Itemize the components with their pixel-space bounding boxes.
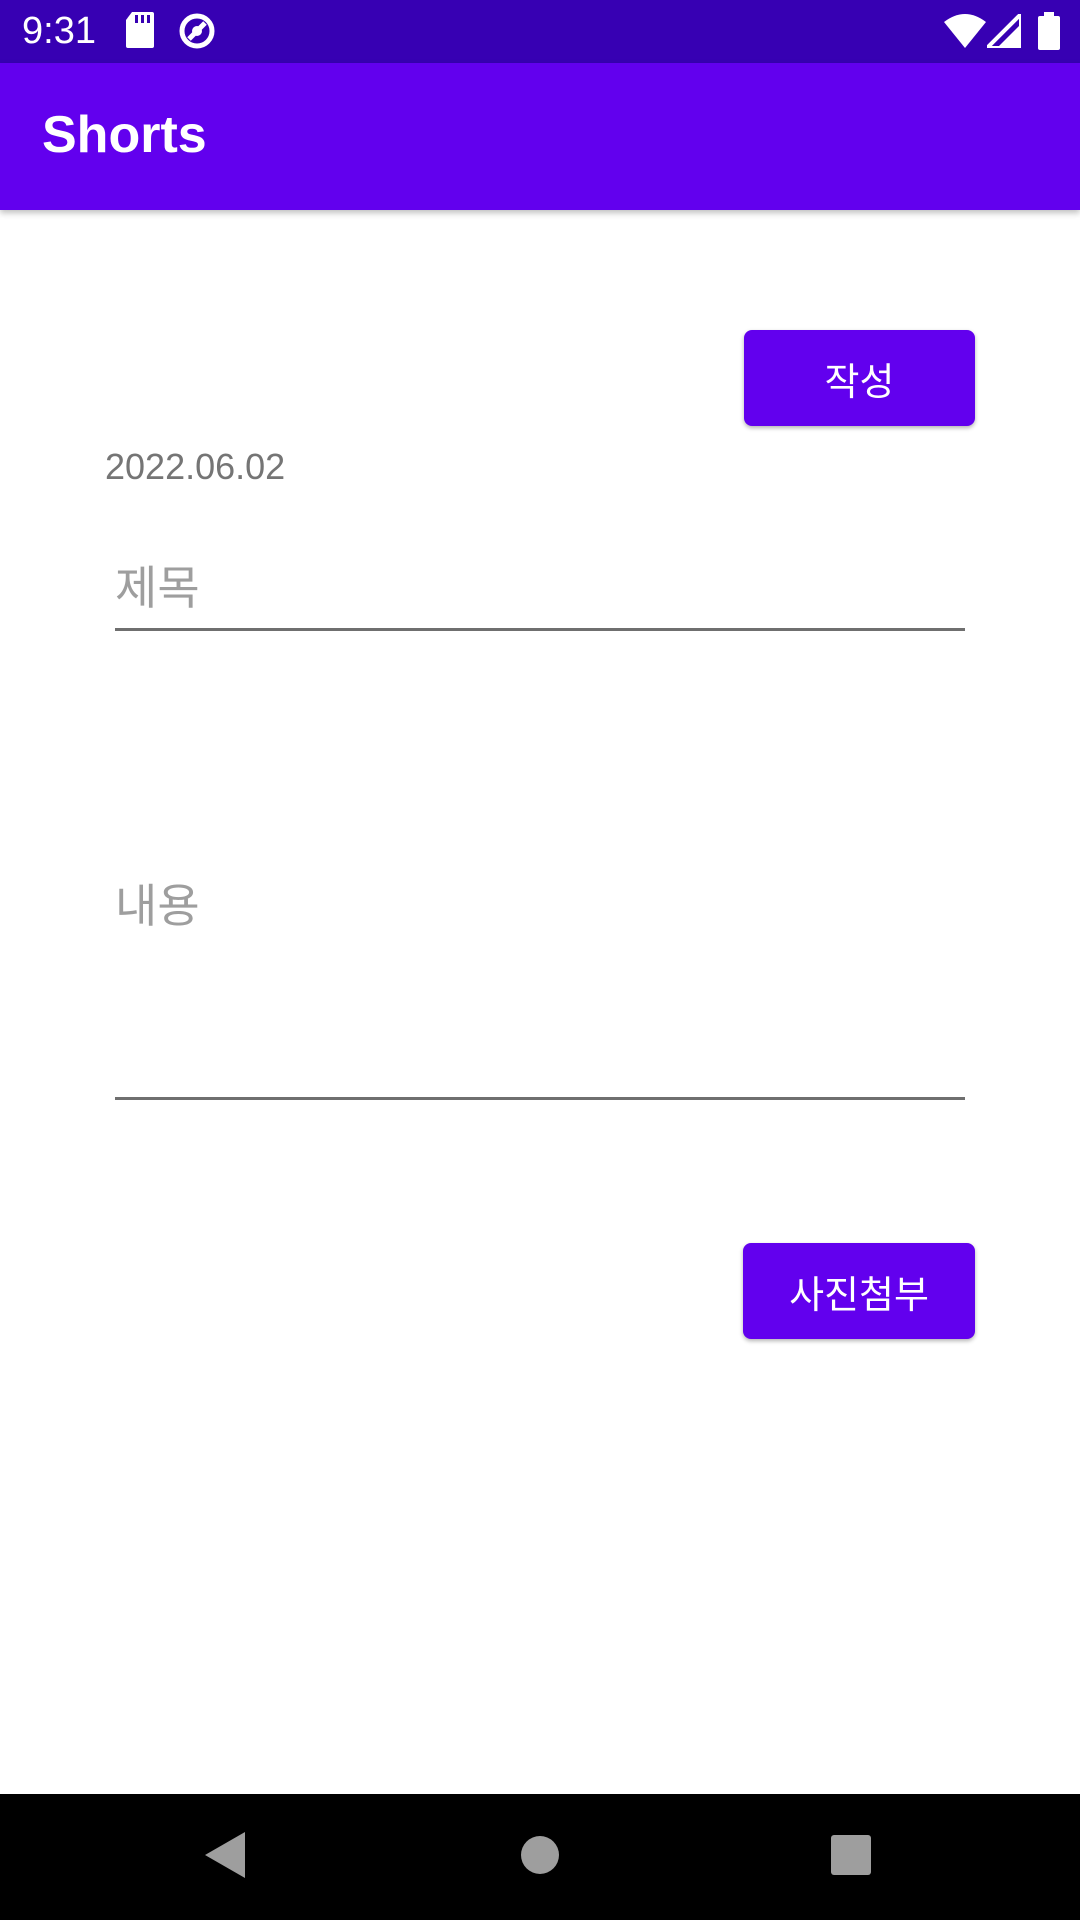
recents-icon[interactable] [831,1832,871,1883]
date-label: 2022.06.02 [105,446,286,487]
status-time: 9:31 [22,10,96,52]
wifi-icon [944,14,986,53]
battery-icon [1038,12,1060,55]
sd-card-icon [126,12,154,53]
title-input[interactable] [115,548,965,631]
content-input[interactable] [115,860,965,1100]
attach-photo-button[interactable]: 사진첨부 [743,1243,975,1339]
signal-icon [982,9,1023,53]
navigation-bar [0,1794,1080,1920]
back-icon[interactable] [205,1832,245,1883]
status-bar: 9:31 [0,0,1080,63]
app-title: Shorts [42,106,207,164]
write-button[interactable]: 작성 [744,330,975,426]
home-icon[interactable] [520,1832,560,1883]
vpn-icon [178,12,216,55]
app-bar: Shorts [0,63,1080,210]
